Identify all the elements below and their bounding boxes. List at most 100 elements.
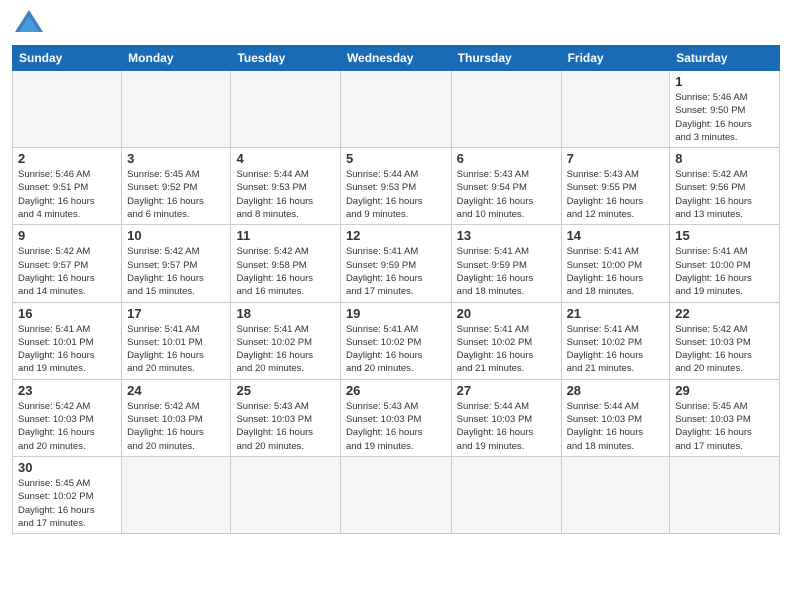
day-info: Sunrise: 5:44 AM Sunset: 10:03 PM Daylig… — [457, 400, 556, 453]
day-info: Sunrise: 5:45 AM Sunset: 9:52 PM Dayligh… — [127, 168, 225, 221]
weekday-header-sunday: Sunday — [13, 46, 122, 71]
calendar-cell: 19 Sunrise: 5:41 AM Sunset: 10:02 PM Dayl… — [340, 302, 451, 379]
day-info: Sunrise: 5:44 AM Sunset: 10:03 PM Daylig… — [567, 400, 665, 453]
day-info: Sunrise: 5:41 AM Sunset: 9:59 PM Dayligh… — [346, 245, 446, 298]
header — [12, 10, 780, 37]
day-number: 18 — [236, 306, 334, 321]
calendar-cell — [122, 456, 231, 533]
calendar-cell — [340, 456, 451, 533]
day-info: Sunrise: 5:41 AM Sunset: 10:02 PM Daylig… — [567, 323, 665, 376]
day-number: 10 — [127, 228, 225, 243]
day-number: 1 — [675, 74, 774, 89]
calendar-cell: 26 Sunrise: 5:43 AM Sunset: 10:03 PM Dayl… — [340, 379, 451, 456]
calendar: SundayMondayTuesdayWednesdayThursdayFrid… — [12, 45, 780, 534]
calendar-cell: 9 Sunrise: 5:42 AM Sunset: 9:57 PM Daylig… — [13, 225, 122, 302]
calendar-cell: 17Sunrise: 5:41 AM Sunset: 10:01 PM Dayl… — [122, 302, 231, 379]
day-number: 20 — [457, 306, 556, 321]
calendar-cell — [122, 71, 231, 148]
week-row-4: 16 Sunrise: 5:41 AM Sunset: 10:01 PM Dayl… — [13, 302, 780, 379]
calendar-cell: 2Sunrise: 5:46 AM Sunset: 9:51 PM Daylig… — [13, 148, 122, 225]
calendar-cell: 1 Sunrise: 5:46 AM Sunset: 9:50 PM Daylig… — [670, 71, 780, 148]
calendar-cell: 25Sunrise: 5:43 AM Sunset: 10:03 PM Dayl… — [231, 379, 340, 456]
week-row-2: 2Sunrise: 5:46 AM Sunset: 9:51 PM Daylig… — [13, 148, 780, 225]
weekday-header-wednesday: Wednesday — [340, 46, 451, 71]
weekday-header-thursday: Thursday — [451, 46, 561, 71]
calendar-cell: 22 Sunrise: 5:42 AM Sunset: 10:03 PM Dayl… — [670, 302, 780, 379]
calendar-cell: 27 Sunrise: 5:44 AM Sunset: 10:03 PM Dayl… — [451, 379, 561, 456]
calendar-cell: 12Sunrise: 5:41 AM Sunset: 9:59 PM Dayli… — [340, 225, 451, 302]
calendar-cell: 7Sunrise: 5:43 AM Sunset: 9:55 PM Daylig… — [561, 148, 670, 225]
day-info: Sunrise: 5:42 AM Sunset: 9:58 PM Dayligh… — [236, 245, 334, 298]
calendar-cell: 16 Sunrise: 5:41 AM Sunset: 10:01 PM Dayl… — [13, 302, 122, 379]
day-info: Sunrise: 5:46 AM Sunset: 9:50 PM Dayligh… — [675, 91, 774, 144]
calendar-cell: 15 Sunrise: 5:41 AM Sunset: 10:00 PM Dayl… — [670, 225, 780, 302]
day-info: Sunrise: 5:41 AM Sunset: 10:00 PM Daylig… — [567, 245, 665, 298]
day-info: Sunrise: 5:43 AM Sunset: 9:54 PM Dayligh… — [457, 168, 556, 221]
day-info: Sunrise: 5:45 AM Sunset: 10:02 PM Daylig… — [18, 477, 116, 530]
day-number: 26 — [346, 383, 446, 398]
day-info: Sunrise: 5:42 AM Sunset: 9:57 PM Dayligh… — [18, 245, 116, 298]
day-number: 22 — [675, 306, 774, 321]
day-number: 3 — [127, 151, 225, 166]
day-info: Sunrise: 5:44 AM Sunset: 9:53 PM Dayligh… — [346, 168, 446, 221]
day-info: Sunrise: 5:41 AM Sunset: 10:01 PM Daylig… — [127, 323, 225, 376]
calendar-cell — [451, 456, 561, 533]
day-number: 7 — [567, 151, 665, 166]
logo-area — [12, 10, 43, 37]
calendar-cell — [340, 71, 451, 148]
week-row-6: 30 Sunrise: 5:45 AM Sunset: 10:02 PM Dayl… — [13, 456, 780, 533]
day-number: 24 — [127, 383, 225, 398]
day-number: 14 — [567, 228, 665, 243]
calendar-cell: 4 Sunrise: 5:44 AM Sunset: 9:53 PM Daylig… — [231, 148, 340, 225]
day-info: Sunrise: 5:41 AM Sunset: 10:02 PM Daylig… — [457, 323, 556, 376]
day-info: Sunrise: 5:42 AM Sunset: 10:03 PM Daylig… — [127, 400, 225, 453]
day-info: Sunrise: 5:41 AM Sunset: 10:02 PM Daylig… — [346, 323, 446, 376]
day-info: Sunrise: 5:42 AM Sunset: 10:03 PM Daylig… — [675, 323, 774, 376]
logo — [12, 10, 43, 37]
day-info: Sunrise: 5:42 AM Sunset: 9:56 PM Dayligh… — [675, 168, 774, 221]
weekday-header-row: SundayMondayTuesdayWednesdayThursdayFrid… — [13, 46, 780, 71]
weekday-header-tuesday: Tuesday — [231, 46, 340, 71]
page: SundayMondayTuesdayWednesdayThursdayFrid… — [0, 0, 792, 544]
day-number: 2 — [18, 151, 116, 166]
week-row-5: 23Sunrise: 5:42 AM Sunset: 10:03 PM Dayl… — [13, 379, 780, 456]
day-number: 28 — [567, 383, 665, 398]
day-number: 15 — [675, 228, 774, 243]
day-number: 27 — [457, 383, 556, 398]
day-info: Sunrise: 5:44 AM Sunset: 9:53 PM Dayligh… — [236, 168, 334, 221]
week-row-1: 1 Sunrise: 5:46 AM Sunset: 9:50 PM Daylig… — [13, 71, 780, 148]
day-number: 29 — [675, 383, 774, 398]
day-number: 16 — [18, 306, 116, 321]
calendar-cell: 3 Sunrise: 5:45 AM Sunset: 9:52 PM Daylig… — [122, 148, 231, 225]
weekday-header-monday: Monday — [122, 46, 231, 71]
day-number: 19 — [346, 306, 446, 321]
calendar-cell: 30 Sunrise: 5:45 AM Sunset: 10:02 PM Dayl… — [13, 456, 122, 533]
calendar-cell: 5 Sunrise: 5:44 AM Sunset: 9:53 PM Daylig… — [340, 148, 451, 225]
day-number: 8 — [675, 151, 774, 166]
day-number: 5 — [346, 151, 446, 166]
calendar-cell: 29 Sunrise: 5:45 AM Sunset: 10:03 PM Dayl… — [670, 379, 780, 456]
logo-icon — [15, 10, 43, 32]
weekday-header-saturday: Saturday — [670, 46, 780, 71]
day-number: 30 — [18, 460, 116, 475]
calendar-cell: 8 Sunrise: 5:42 AM Sunset: 9:56 PM Daylig… — [670, 148, 780, 225]
calendar-cell: 10Sunrise: 5:42 AM Sunset: 9:57 PM Dayli… — [122, 225, 231, 302]
day-number: 9 — [18, 228, 116, 243]
day-info: Sunrise: 5:42 AM Sunset: 10:03 PM Daylig… — [18, 400, 116, 453]
calendar-cell: 18 Sunrise: 5:41 AM Sunset: 10:02 PM Dayl… — [231, 302, 340, 379]
calendar-cell: 21 Sunrise: 5:41 AM Sunset: 10:02 PM Dayl… — [561, 302, 670, 379]
calendar-cell: 24 Sunrise: 5:42 AM Sunset: 10:03 PM Dayl… — [122, 379, 231, 456]
day-info: Sunrise: 5:41 AM Sunset: 9:59 PM Dayligh… — [457, 245, 556, 298]
weekday-header-friday: Friday — [561, 46, 670, 71]
day-number: 21 — [567, 306, 665, 321]
day-number: 4 — [236, 151, 334, 166]
day-info: Sunrise: 5:41 AM Sunset: 10:02 PM Daylig… — [236, 323, 334, 376]
calendar-cell: 23Sunrise: 5:42 AM Sunset: 10:03 PM Dayl… — [13, 379, 122, 456]
day-info: Sunrise: 5:43 AM Sunset: 10:03 PM Daylig… — [346, 400, 446, 453]
calendar-cell — [670, 456, 780, 533]
calendar-cell — [231, 456, 340, 533]
day-info: Sunrise: 5:45 AM Sunset: 10:03 PM Daylig… — [675, 400, 774, 453]
day-info: Sunrise: 5:41 AM Sunset: 10:01 PM Daylig… — [18, 323, 116, 376]
day-info: Sunrise: 5:41 AM Sunset: 10:00 PM Daylig… — [675, 245, 774, 298]
day-number: 25 — [236, 383, 334, 398]
